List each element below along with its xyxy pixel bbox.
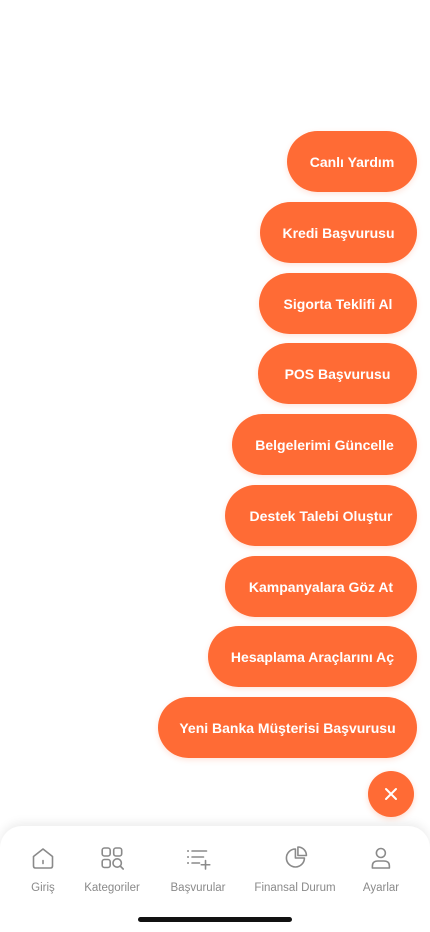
menu-item-label: Kredi Başvurusu [282, 224, 395, 241]
menu-item-open-calculators[interactable]: Hesaplama Araçlarını Aç [208, 626, 417, 687]
home-indicator [138, 917, 292, 922]
menu-item-live-help[interactable]: Canlı Yardım [287, 131, 417, 192]
menu-item-label: Yeni Banka Müşterisi Başvurusu [179, 719, 396, 736]
menu-item-pos-application[interactable]: POS Başvurusu [258, 343, 417, 404]
menu-item-label: Canlı Yardım [309, 153, 395, 170]
menu-item-browse-campaigns[interactable]: Kampanyalara Göz At [225, 556, 417, 617]
tab-label: Ayarlar [362, 882, 400, 894]
tab-label: Kategoriler [84, 882, 140, 894]
menu-item-new-customer-application[interactable]: Yeni Banka Müşterisi Başvurusu [158, 697, 417, 758]
tab-label: Başvurular [170, 882, 226, 894]
close-icon [385, 788, 397, 800]
menu-item-loan-application[interactable]: Kredi Başvurusu [260, 202, 417, 263]
close-menu-button[interactable] [368, 771, 414, 817]
tab-settings[interactable]: Ayarlar [363, 844, 399, 894]
tab-home[interactable]: Giriş [29, 844, 57, 894]
menu-item-label: Sigorta Teklifi Al [283, 295, 393, 312]
menu-item-label: POS Başvurusu [284, 365, 391, 382]
tab-label: Giriş [31, 882, 55, 894]
tab-label: Finansal Durum [254, 882, 336, 894]
quick-actions-menu: Canlı Yardım Kredi Başvurusu Sigorta Tek… [0, 0, 430, 830]
user-icon [371, 847, 391, 869]
menu-item-update-documents[interactable]: Belgelerimi Güncelle [232, 414, 417, 475]
menu-item-label: Kampanyalara Göz At [248, 578, 394, 595]
tab-financial-status[interactable]: Finansal Durum [254, 844, 336, 894]
menu-item-label: Hesaplama Araçlarını Aç [230, 648, 395, 665]
menu-item-label: Belgelerimi Güncelle [255, 436, 394, 453]
pie-chart-icon [285, 846, 307, 868]
list-add-icon [187, 850, 212, 870]
menu-item-create-support-ticket[interactable]: Destek Talebi Oluştur [225, 485, 417, 546]
menu-item-insurance-quote[interactable]: Sigorta Teklifi Al [259, 273, 417, 334]
menu-item-label: Destek Talebi Oluştur [249, 507, 393, 524]
tab-categories[interactable]: Kategoriler [84, 844, 140, 894]
category-search-icon [101, 847, 124, 870]
tab-applications[interactable]: Başvurular [170, 844, 226, 894]
home-icon [32, 848, 54, 869]
